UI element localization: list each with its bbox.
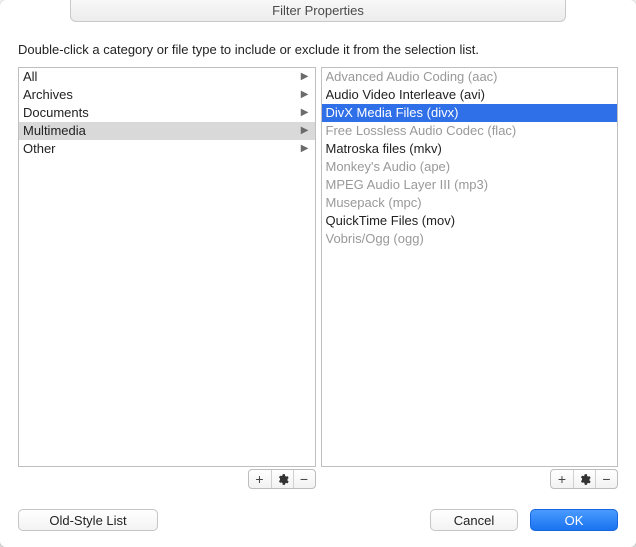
filetype-label: Advanced Audio Coding (aac) (326, 68, 498, 86)
filetype-row[interactable]: Vobris/Ogg (ogg) (322, 230, 618, 248)
filetype-row[interactable]: Matroska files (mkv) (322, 140, 618, 158)
category-row[interactable]: Other ▶ (19, 140, 315, 158)
categories-list[interactable]: All ▶ Archives ▶ Documents ▶ Multimedia ▶ Other ▶ (18, 67, 316, 467)
old-style-list-button[interactable]: Old-Style List (18, 509, 158, 531)
gear-icon (276, 473, 289, 486)
categories-settings-button[interactable] (271, 470, 293, 488)
ok-button[interactable]: OK (530, 509, 618, 531)
categories-controls: + − (18, 469, 316, 489)
filetype-row[interactable]: QuickTime Files (mov) (322, 212, 618, 230)
category-label: Multimedia (23, 122, 86, 140)
category-row[interactable]: Documents ▶ (19, 104, 315, 122)
panes: All ▶ Archives ▶ Documents ▶ Multimedia ▶ Other ▶… (18, 67, 618, 489)
filetype-label: Vobris/Ogg (ogg) (326, 230, 424, 248)
category-row[interactable]: Multimedia ▶ (19, 122, 315, 140)
chevron-right-icon: ▶ (301, 104, 309, 122)
category-row[interactable]: All ▶ (19, 68, 315, 86)
filetype-label: Audio Video Interleave (avi) (326, 86, 485, 104)
cancel-button[interactable]: Cancel (430, 509, 518, 531)
category-label: All (23, 68, 37, 86)
filetype-row[interactable]: Free Lossless Audio Codec (flac) (322, 122, 618, 140)
filetype-label: Free Lossless Audio Codec (flac) (326, 122, 517, 140)
filetypes-remove-button[interactable]: − (595, 470, 617, 488)
filetype-label: DivX Media Files (divx) (326, 104, 459, 122)
filetypes-add-button[interactable]: + (551, 470, 573, 488)
plus-icon: + (255, 471, 263, 487)
category-label: Other (23, 140, 56, 158)
category-label: Archives (23, 86, 73, 104)
chevron-right-icon: ▶ (301, 140, 309, 158)
button-label: OK (565, 513, 584, 528)
minus-icon: − (602, 471, 610, 487)
filetypes-settings-button[interactable] (573, 470, 595, 488)
filetype-row[interactable]: MPEG Audio Layer III (mp3) (322, 176, 618, 194)
button-label: Old-Style List (49, 513, 126, 528)
filetypes-list[interactable]: Advanced Audio Coding (aac)Audio Video I… (321, 67, 619, 467)
window: Filter Properties Double-click a categor… (0, 0, 636, 547)
instruction-text: Double-click a category or file type to … (18, 42, 618, 57)
filetype-label: Matroska files (mkv) (326, 140, 442, 158)
window-title: Filter Properties (272, 3, 364, 18)
filetypes-control-group: + − (550, 469, 618, 489)
filetype-row[interactable]: DivX Media Files (divx) (322, 104, 618, 122)
filetype-row[interactable]: Musepack (mpc) (322, 194, 618, 212)
filetype-label: Musepack (mpc) (326, 194, 422, 212)
category-row[interactable]: Archives ▶ (19, 86, 315, 104)
category-label: Documents (23, 104, 89, 122)
categories-add-button[interactable]: + (249, 470, 271, 488)
filetype-label: Monkey's Audio (ape) (326, 158, 451, 176)
gear-icon (578, 473, 591, 486)
button-label: Cancel (454, 513, 494, 528)
chevron-right-icon: ▶ (301, 86, 309, 104)
chevron-right-icon: ▶ (301, 122, 309, 140)
filetype-label: QuickTime Files (mov) (326, 212, 456, 230)
titlebar: Filter Properties (70, 0, 566, 22)
filetype-row[interactable]: Advanced Audio Coding (aac) (322, 68, 618, 86)
footer-right: Cancel OK (430, 509, 618, 531)
filetype-label: MPEG Audio Layer III (mp3) (326, 176, 489, 194)
footer: Old-Style List Cancel OK (18, 509, 618, 531)
plus-icon: + (558, 471, 566, 487)
minus-icon: − (300, 471, 308, 487)
chevron-right-icon: ▶ (301, 68, 309, 86)
filetype-row[interactable]: Monkey's Audio (ape) (322, 158, 618, 176)
categories-remove-button[interactable]: − (293, 470, 315, 488)
categories-pane: All ▶ Archives ▶ Documents ▶ Multimedia ▶ Other ▶… (18, 67, 316, 489)
content: Double-click a category or file type to … (0, 22, 636, 547)
filetypes-pane: Advanced Audio Coding (aac)Audio Video I… (321, 67, 619, 489)
categories-control-group: + − (248, 469, 316, 489)
filetype-row[interactable]: Audio Video Interleave (avi) (322, 86, 618, 104)
filetypes-controls: + − (321, 469, 619, 489)
